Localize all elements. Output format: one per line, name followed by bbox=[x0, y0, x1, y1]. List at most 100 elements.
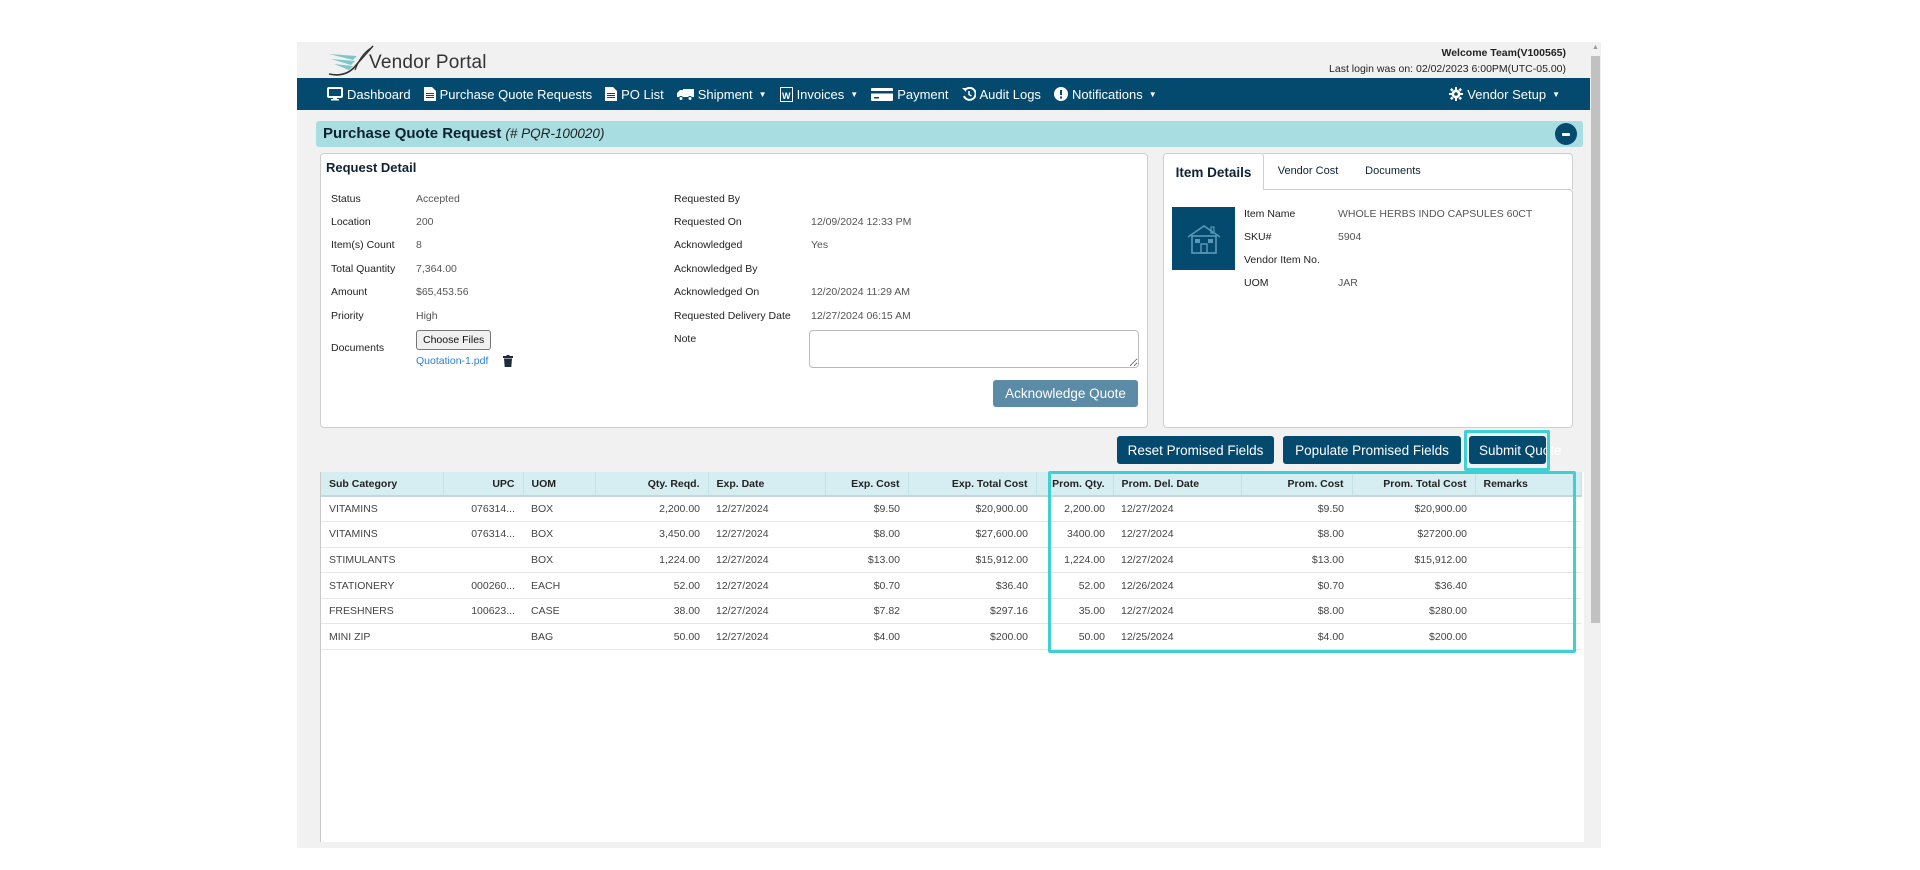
cell-remarks[interactable] bbox=[1475, 521, 1581, 548]
table-row[interactable]: VITAMINS 076314... BOX 3,450.00 12/27/2024 $8… bbox=[321, 521, 1581, 548]
page-header: Purchase Quote Request (# PQR-100020) bbox=[316, 121, 1583, 147]
tab-item-details[interactable]: Item Details bbox=[1163, 153, 1264, 190]
request-detail-heading: Request Detail bbox=[326, 160, 417, 175]
field-value: High bbox=[416, 310, 438, 322]
gear-icon bbox=[1449, 87, 1464, 101]
col-uom[interactable]: UOM bbox=[523, 472, 596, 497]
cell-exp-cost: $4.00 bbox=[825, 623, 908, 651]
cell-sub-category: VITAMINS bbox=[321, 521, 443, 548]
choose-files-button[interactable]: Choose Files bbox=[416, 330, 492, 350]
field-value: 12/20/2024 11:29 AM bbox=[811, 286, 911, 298]
items-table: Sub Category UPC UOM Qty. Reqd. Exp. Dat… bbox=[321, 472, 1582, 651]
cell-prom-qty[interactable]: 52.00 bbox=[1036, 572, 1113, 599]
item-image-placeholder bbox=[1172, 207, 1235, 270]
table-row[interactable]: MINI ZIP BAG 50.00 12/27/2024 $4.00 $200.00 50… bbox=[321, 623, 1581, 651]
col-sub-category[interactable]: Sub Category bbox=[321, 472, 444, 497]
nav-invoices[interactable]: W Invoices ▼ bbox=[779, 86, 859, 102]
table-row[interactable]: STATIONERY 000260... EACH 52.00 12/27/2024 $0… bbox=[321, 572, 1581, 599]
col-exp-total-cost[interactable]: Exp. Total Cost bbox=[908, 472, 1037, 497]
cell-prom-cost[interactable]: $4.00 bbox=[1241, 623, 1352, 651]
item-field-label: SKU# bbox=[1244, 231, 1272, 243]
cell-sub-category: STATIONERY bbox=[321, 572, 443, 599]
nav-po-list[interactable]: PO List bbox=[605, 87, 664, 102]
cell-exp-total-cost: $20,900.00 bbox=[908, 496, 1036, 523]
document-link[interactable]: Quotation-1.pdf bbox=[416, 355, 488, 367]
col-exp-date[interactable]: Exp. Date bbox=[708, 472, 826, 497]
caret-down-icon: ▼ bbox=[850, 89, 859, 99]
cell-uom: BOX bbox=[523, 496, 595, 523]
cell-prom-total-cost[interactable]: $20,900.00 bbox=[1352, 496, 1475, 523]
cell-remarks[interactable] bbox=[1475, 623, 1581, 651]
cell-upc: 076314... bbox=[443, 521, 523, 548]
cell-prom-cost[interactable]: $0.70 bbox=[1241, 572, 1352, 599]
table-row[interactable]: VITAMINS 076314... BOX 2,200.00 12/27/2024 $9… bbox=[321, 496, 1581, 523]
nav-notifications[interactable]: Notifications ▼ bbox=[1053, 87, 1157, 102]
cell-exp-date: 12/27/2024 bbox=[708, 623, 825, 651]
nav-dashboard[interactable]: Dashboard bbox=[327, 87, 411, 102]
table-row[interactable]: STIMULANTS BOX 1,224.00 12/27/2024 $13.00 $15… bbox=[321, 547, 1581, 574]
cell-prom-qty[interactable]: 3400.00 bbox=[1036, 521, 1113, 548]
cell-prom-cost[interactable]: $13.00 bbox=[1241, 547, 1352, 574]
item-details-panel: Item Name WHOLE HERBS INDO CAPSULES 60CT … bbox=[1163, 189, 1573, 428]
nav-label: Vendor Setup bbox=[1467, 86, 1547, 102]
field-value: 12/09/2024 12:33 PM bbox=[811, 216, 912, 228]
scrollbar-thumb[interactable] bbox=[1591, 56, 1600, 623]
note-textarea[interactable] bbox=[809, 330, 1139, 368]
field-label: Requested On bbox=[674, 216, 742, 228]
cell-prom-del-date[interactable]: 12/27/2024 bbox=[1113, 598, 1241, 625]
cell-prom-qty[interactable]: 35.00 bbox=[1036, 598, 1113, 625]
nav-payment[interactable]: Payment bbox=[871, 87, 949, 102]
cell-prom-total-cost[interactable]: $200.00 bbox=[1352, 623, 1475, 651]
table-row[interactable]: FRESHNERS 100623... CASE 38.00 12/27/2024 $7.… bbox=[321, 598, 1581, 625]
cell-remarks[interactable] bbox=[1475, 572, 1581, 599]
wing-logo-icon bbox=[328, 45, 374, 76]
cell-prom-cost[interactable]: $9.50 bbox=[1241, 496, 1352, 523]
page-title: Purchase Quote Request (# PQR-100020) bbox=[323, 125, 604, 142]
scroll-up-icon[interactable]: ▲ bbox=[1592, 44, 1599, 51]
cell-prom-qty[interactable]: 1,224.00 bbox=[1036, 547, 1113, 574]
reset-promised-fields-button[interactable]: Reset Promised Fields bbox=[1117, 436, 1274, 464]
monitor-icon bbox=[327, 87, 343, 101]
nav-shipment[interactable]: Shipment ▼ bbox=[676, 87, 767, 102]
cell-upc: 100623... bbox=[443, 598, 523, 625]
tab-vendor-cost[interactable]: Vendor Cost bbox=[1268, 153, 1348, 189]
col-qty-reqd[interactable]: Qty. Reqd. bbox=[595, 472, 709, 497]
col-prom-del-date[interactable]: Prom. Del. Date bbox=[1113, 472, 1242, 497]
collapse-button[interactable] bbox=[1555, 123, 1577, 145]
col-prom-qty[interactable]: Prom. Qty. bbox=[1036, 472, 1114, 497]
nav-audit-logs[interactable]: Audit Logs bbox=[961, 87, 1041, 102]
cell-prom-total-cost[interactable]: $27200.00 bbox=[1352, 521, 1475, 548]
cell-prom-del-date[interactable]: 12/25/2024 bbox=[1113, 623, 1241, 651]
cell-prom-total-cost[interactable]: $280.00 bbox=[1352, 598, 1475, 625]
populate-promised-fields-button[interactable]: Populate Promised Fields bbox=[1283, 436, 1461, 464]
cell-prom-qty[interactable]: 2,200.00 bbox=[1036, 496, 1113, 523]
cell-remarks[interactable] bbox=[1475, 547, 1581, 574]
cell-prom-del-date[interactable]: 12/26/2024 bbox=[1113, 572, 1241, 599]
cell-prom-total-cost[interactable]: $15,912.00 bbox=[1352, 547, 1475, 574]
logo[interactable]: Vendor Portal bbox=[327, 44, 497, 78]
cell-prom-del-date[interactable]: 12/27/2024 bbox=[1113, 547, 1241, 574]
acknowledge-quote-button[interactable]: Acknowledge Quote bbox=[993, 380, 1138, 407]
cell-prom-total-cost[interactable]: $36.40 bbox=[1352, 572, 1475, 599]
cell-prom-del-date[interactable]: 12/27/2024 bbox=[1113, 496, 1241, 523]
col-prom-total-cost[interactable]: Prom. Total Cost bbox=[1352, 472, 1476, 497]
col-exp-cost[interactable]: Exp. Cost bbox=[825, 472, 909, 497]
item-details-card: Item Details Vendor Cost Documents Item … bbox=[1163, 153, 1573, 428]
col-upc[interactable]: UPC bbox=[443, 472, 524, 497]
field-label: Location bbox=[331, 216, 371, 228]
page-scrollbar[interactable]: ▲ bbox=[1590, 42, 1601, 848]
cell-prom-cost[interactable]: $8.00 bbox=[1241, 598, 1352, 625]
nav-purchase-quote-requests[interactable]: Purchase Quote Requests bbox=[423, 87, 592, 102]
col-remarks[interactable]: Remarks bbox=[1475, 472, 1582, 497]
tab-documents[interactable]: Documents bbox=[1353, 153, 1433, 189]
col-prom-cost[interactable]: Prom. Cost bbox=[1241, 472, 1353, 497]
cell-sub-category: STIMULANTS bbox=[321, 547, 443, 574]
cell-prom-del-date[interactable]: 12/27/2024 bbox=[1113, 521, 1241, 548]
cell-prom-qty[interactable]: 50.00 bbox=[1036, 623, 1113, 651]
cell-prom-cost[interactable]: $8.00 bbox=[1241, 521, 1352, 548]
nav-vendor-setup[interactable]: Vendor Setup ▼ bbox=[1449, 87, 1560, 102]
cell-remarks[interactable] bbox=[1475, 598, 1581, 625]
cell-qty-reqd: 52.00 bbox=[595, 572, 708, 599]
trash-icon[interactable] bbox=[503, 354, 515, 367]
cell-remarks[interactable] bbox=[1475, 496, 1581, 523]
